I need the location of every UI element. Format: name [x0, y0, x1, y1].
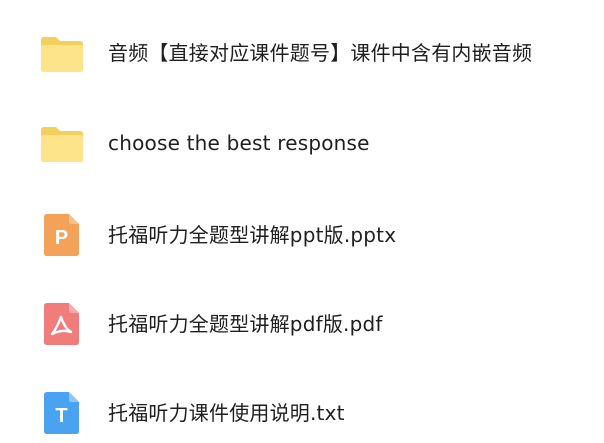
pptx-glyph: P [55, 227, 68, 249]
file-name: 托福听力全题型讲解ppt版.pptx [108, 223, 397, 247]
file-name: 托福听力全题型讲解pdf版.pdf [108, 312, 383, 336]
file-name: 音频【直接对应课件题号】课件中含有内嵌音频 [108, 41, 533, 65]
folder-icon [38, 29, 86, 77]
pdf-file-icon [38, 300, 86, 348]
file-item-pdf[interactable]: 托福听力全题型讲解pdf版.pdf [0, 294, 604, 354]
txt-glyph: T [55, 405, 67, 427]
txt-file-icon: T [38, 389, 86, 437]
file-name: 托福听力课件使用说明.txt [108, 401, 345, 425]
file-item-audio-folder[interactable]: 音频【直接对应课件题号】课件中含有内嵌音频 [0, 23, 604, 83]
pptx-file-icon: P [38, 211, 86, 259]
file-item-choose-folder[interactable]: choose the best response [0, 113, 604, 173]
file-item-pptx[interactable]: P 托福听力全题型讲解ppt版.pptx [0, 205, 604, 265]
file-item-txt[interactable]: T 托福听力课件使用说明.txt [0, 383, 604, 443]
file-name: choose the best response [108, 131, 370, 155]
file-list: 音频【直接对应课件题号】课件中含有内嵌音频 choose the best re… [0, 0, 604, 443]
folder-icon [38, 119, 86, 167]
